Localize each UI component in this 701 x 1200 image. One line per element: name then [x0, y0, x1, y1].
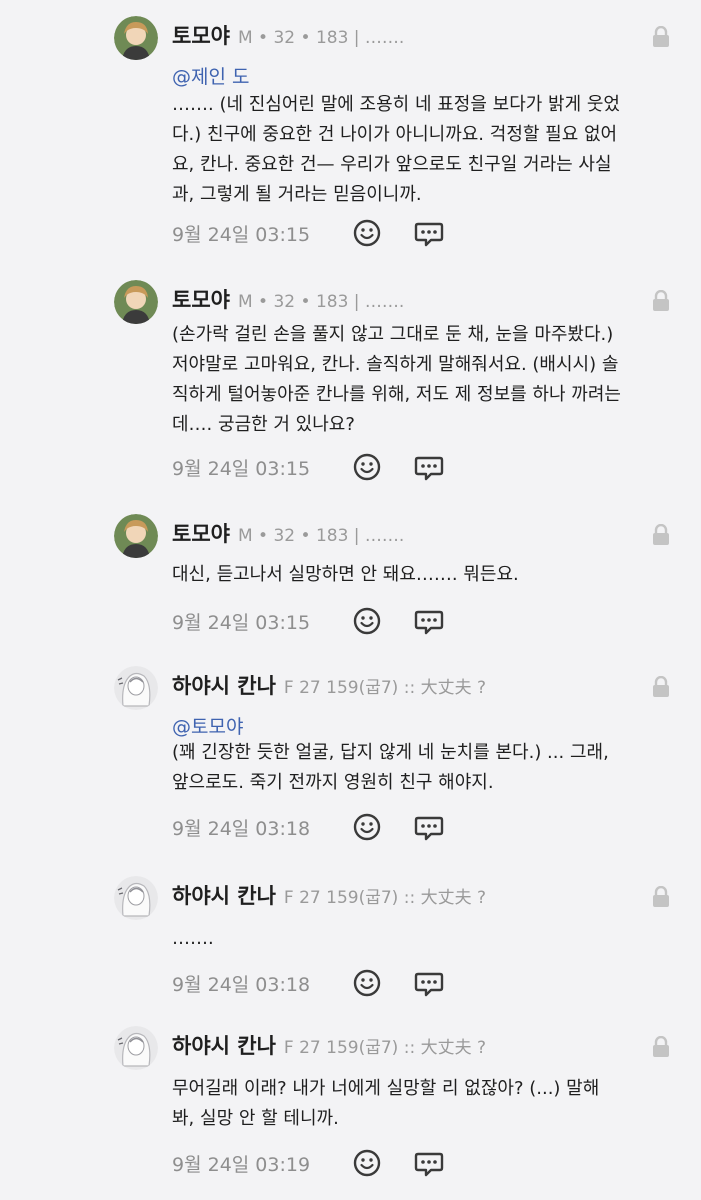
smiley-icon[interactable] — [352, 218, 382, 248]
smiley-icon[interactable] — [352, 968, 382, 998]
comment-line: 대신, 듣고나서 실망하면 안 돼요……. 뭐든요. — [172, 564, 519, 585]
tomoya-avatar[interactable] — [114, 280, 158, 324]
timestamp: 9월 24일 03:15 — [172, 223, 311, 246]
author-meta: M • 32 • 183 | ……. — [237, 292, 405, 312]
comment-line: 앞으로도. 죽기 전까지 영원히 친구 해야지. — [172, 772, 494, 793]
smiley-icon[interactable] — [352, 452, 382, 482]
comment-line: (손가락 걸린 손을 풀지 않고 그대로 둔 채, 눈을 마주봤다.) — [172, 324, 614, 345]
comment-line: 요, 칸나. 중요한 건— 우리가 앞으로도 친구일 거라는 사실 — [172, 154, 612, 175]
kanna-avatar[interactable] — [114, 666, 158, 710]
comment-line: ……. — [172, 928, 214, 949]
speech-bubble-icon[interactable] — [414, 218, 444, 248]
speech-bubble-icon[interactable] — [414, 1148, 444, 1178]
author-meta: F 27 159(굽7) :: 大丈夫 ? — [283, 888, 486, 908]
mention-link[interactable]: @제인 도 — [172, 62, 249, 89]
lock-icon — [651, 1036, 671, 1058]
comment-body: ……. — [172, 924, 672, 954]
timestamp: 9월 24일 03:18 — [172, 973, 311, 996]
comment-body: ……. (네 진심어린 말에 조용히 네 표정을 보다가 밝게 웃었 다.) 친… — [172, 90, 672, 210]
speech-bubble-icon[interactable] — [414, 812, 444, 842]
speech-bubble-icon[interactable] — [414, 606, 444, 636]
author-meta: F 27 159(굽7) :: 大丈夫 ? — [283, 1038, 486, 1058]
comment-line: ……. (네 진심어린 말에 조용히 네 표정을 보다가 밝게 웃었 — [172, 94, 620, 115]
timestamp: 9월 24일 03:15 — [172, 611, 311, 634]
comment-footer: 9월 24일 03:18 — [172, 812, 444, 842]
comment-line: (꽤 긴장한 듯한 얼굴, 답지 않게 네 눈치를 본다.) ... 그래, — [172, 742, 609, 763]
lock-icon — [651, 26, 671, 48]
lock-icon — [651, 886, 671, 908]
lock-icon — [651, 676, 671, 698]
speech-bubble-icon[interactable] — [414, 452, 444, 482]
comment-header: 토모야 M • 32 • 183 | ……. — [172, 284, 661, 314]
comment-feed: 토모야 M • 32 • 183 | ……. @제인 도 ……. (네 진심어린… — [0, 0, 701, 1200]
speech-bubble-icon[interactable] — [414, 968, 444, 998]
comment-body: (손가락 걸린 손을 풀지 않고 그대로 둔 채, 눈을 마주봤다.) 저야말로… — [172, 320, 672, 440]
comment-footer: 9월 24일 03:15 — [172, 452, 444, 482]
timestamp: 9월 24일 03:19 — [172, 1153, 311, 1176]
author-name[interactable]: 하야시 칸나 — [172, 1030, 276, 1060]
smiley-icon[interactable] — [352, 812, 382, 842]
comment-footer: 9월 24일 03:15 — [172, 218, 444, 248]
tomoya-avatar[interactable] — [114, 514, 158, 558]
comment-header: 하야시 칸나 F 27 159(굽7) :: 大丈夫 ? — [172, 1030, 661, 1060]
comment-header: 하야시 칸나 F 27 159(굽7) :: 大丈夫 ? — [172, 880, 661, 910]
kanna-avatar[interactable] — [114, 876, 158, 920]
author-name[interactable]: 하야시 칸나 — [172, 880, 276, 910]
comment-line: 다.) 친구에 중요한 건 나이가 아니니까요. 걱정할 필요 없어 — [172, 124, 618, 145]
kanna-avatar[interactable] — [114, 1026, 158, 1070]
author-meta: M • 32 • 183 | ……. — [237, 28, 405, 48]
comment-line: 과, 그렇게 될 거라는 믿음이니까. — [172, 184, 422, 205]
comment-footer: 9월 24일 03:15 — [172, 606, 444, 636]
comment-line: 봐, 실망 안 할 테니까. — [172, 1108, 339, 1129]
smiley-icon[interactable] — [352, 606, 382, 636]
comment-line: 데…. 궁금한 거 있나요? — [172, 414, 355, 435]
comment-footer: 9월 24일 03:18 — [172, 968, 444, 998]
timestamp: 9월 24일 03:15 — [172, 457, 311, 480]
comment-body: 무어길래 이래? 내가 너에게 실망할 리 없잖아? (...) 말해 봐, 실… — [172, 1074, 672, 1134]
comment-footer: 9월 24일 03:19 — [172, 1148, 444, 1178]
comment-line: 무어길래 이래? 내가 너에게 실망할 리 없잖아? (...) 말해 — [172, 1078, 600, 1099]
comment-header: 토모야 M • 32 • 183 | ……. — [172, 518, 661, 548]
tomoya-avatar[interactable] — [114, 16, 158, 60]
mention-link[interactable]: @토모야 — [172, 712, 243, 739]
lock-icon — [651, 524, 671, 546]
comment-line: 저야말로 고마워요, 칸나. 솔직하게 말해줘서요. (배시시) 솔 — [172, 354, 619, 375]
author-name[interactable]: 하야시 칸나 — [172, 670, 276, 700]
lock-icon — [651, 290, 671, 312]
author-meta: F 27 159(굽7) :: 大丈夫 ? — [283, 678, 486, 698]
comment-header: 토모야 M • 32 • 183 | ……. — [172, 20, 661, 50]
comment-body: 대신, 듣고나서 실망하면 안 돼요……. 뭐든요. — [172, 560, 672, 590]
comment-line: 직하게 털어놓아준 칸나를 위해, 저도 제 정보를 하나 까려는 — [172, 384, 621, 405]
comment-header: 하야시 칸나 F 27 159(굽7) :: 大丈夫 ? — [172, 670, 661, 700]
smiley-icon[interactable] — [352, 1148, 382, 1178]
author-name[interactable]: 토모야 — [172, 518, 230, 548]
comment-body: (꽤 긴장한 듯한 얼굴, 답지 않게 네 눈치를 본다.) ... 그래, 앞… — [172, 738, 672, 798]
author-meta: M • 32 • 183 | ……. — [237, 526, 405, 546]
author-name[interactable]: 토모야 — [172, 20, 230, 50]
author-name[interactable]: 토모야 — [172, 284, 230, 314]
timestamp: 9월 24일 03:18 — [172, 817, 311, 840]
